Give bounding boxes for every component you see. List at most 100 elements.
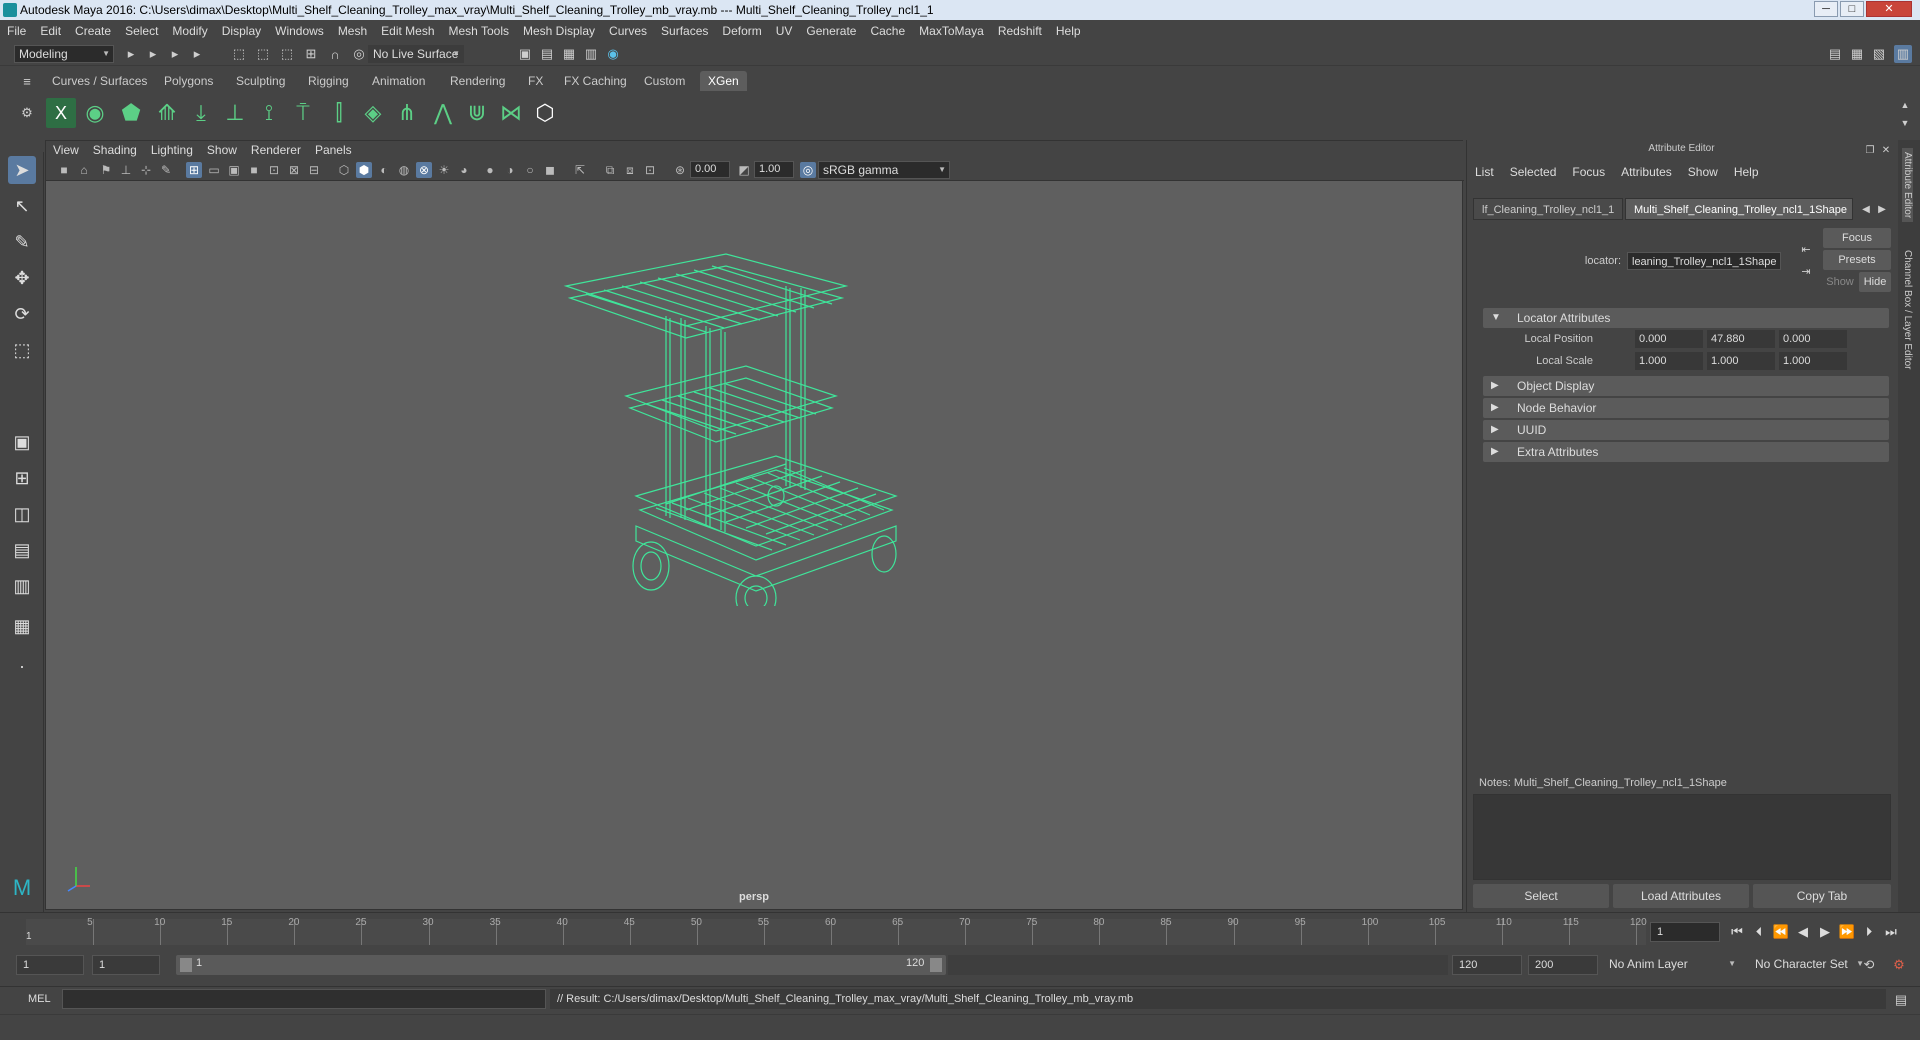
local-position-z-field[interactable]: 0.000 bbox=[1779, 330, 1847, 348]
shelf-scroll-up-icon[interactable]: ▲ bbox=[1896, 96, 1914, 114]
modeling-toolkit-icon[interactable]: ▤ bbox=[1826, 45, 1844, 63]
ae-menu-list[interactable]: List bbox=[1467, 162, 1502, 182]
field-chart-icon[interactable]: ⊡ bbox=[266, 162, 282, 178]
snap-curve-icon[interactable]: ∩ bbox=[326, 45, 344, 63]
menu-modify[interactable]: Modify bbox=[165, 20, 214, 42]
undo-icon[interactable]: ▸ bbox=[188, 45, 206, 63]
menu-surfaces[interactable]: Surfaces bbox=[654, 20, 715, 42]
rotate-tool-icon[interactable]: ⟳ bbox=[8, 300, 36, 328]
ae-menu-selected[interactable]: Selected bbox=[1502, 162, 1565, 182]
ae-menu-attributes[interactable]: Attributes bbox=[1613, 162, 1680, 182]
section-locator-attributes[interactable]: ▼ Locator Attributes bbox=[1483, 308, 1889, 328]
paint-select-tool-icon[interactable]: ✎ bbox=[8, 228, 36, 256]
menu-edit[interactable]: Edit bbox=[33, 20, 68, 42]
range-end-handle[interactable] bbox=[930, 958, 942, 972]
use-lights-icon[interactable]: ☀ bbox=[436, 162, 452, 178]
locator-name-field[interactable]: leaning_Trolley_ncl1_1Shape bbox=[1627, 252, 1781, 270]
current-frame-field[interactable]: 1 bbox=[1650, 922, 1720, 942]
menu-mesh-display[interactable]: Mesh Display bbox=[516, 20, 602, 42]
menu-file[interactable]: File bbox=[0, 20, 33, 42]
menu-windows[interactable]: Windows bbox=[268, 20, 331, 42]
viewport-menu-panels[interactable]: Panels bbox=[308, 141, 359, 159]
section-uuid[interactable]: ▶ UUID bbox=[1483, 420, 1889, 440]
viewport-menu-shading[interactable]: Shading bbox=[86, 141, 144, 159]
live-surface-field[interactable]: No Live Surface bbox=[368, 45, 464, 63]
xgen-comb-icon[interactable]: ⋀ bbox=[428, 98, 458, 128]
minimize-button[interactable]: ─ bbox=[1814, 1, 1838, 17]
2d-pan-zoom-icon[interactable]: ⊹ bbox=[138, 162, 154, 178]
render-settings-icon[interactable]: ▦ bbox=[560, 45, 578, 63]
step-forward-frame-icon[interactable]: ⏵ bbox=[1860, 923, 1878, 941]
playback-end-field[interactable]: 120 bbox=[1452, 955, 1522, 975]
exposure-field[interactable]: 0.00 bbox=[690, 161, 730, 178]
shelf-tab-curves-surfaces[interactable]: Curves / Surfaces bbox=[44, 71, 155, 91]
channel-box-side-tab[interactable]: Channel Box / Layer Editor bbox=[1902, 250, 1913, 370]
local-scale-x-field[interactable]: 1.000 bbox=[1635, 352, 1703, 370]
xgen-hex-icon[interactable]: ⬡ bbox=[530, 98, 560, 128]
step-back-key-icon[interactable]: ⏪ bbox=[1772, 923, 1790, 941]
depth-of-field-icon[interactable]: ◼ bbox=[542, 162, 558, 178]
wireframe-on-shaded-icon[interactable]: ◐ bbox=[376, 162, 392, 178]
color-space-dropdown[interactable]: sRGB gamma bbox=[818, 161, 950, 179]
shelf-options-icon[interactable]: ⚙ bbox=[18, 104, 36, 122]
time-slider-track[interactable]: 5 10 15 20 25 30 35 40 45 50 55 60 65 70 75 80 85 90 95 100… bbox=[26, 917, 1647, 945]
xgen-rebuild-icon[interactable]: ⫿ bbox=[324, 98, 354, 128]
copy-tab-button[interactable]: Copy Tab bbox=[1753, 884, 1891, 908]
section-node-behavior[interactable]: ▶ Node Behavior bbox=[1483, 398, 1889, 418]
menu-mesh-tools[interactable]: Mesh Tools bbox=[442, 20, 516, 42]
close-button[interactable]: ✕ bbox=[1866, 1, 1912, 17]
shelf-tab-xgen[interactable]: XGen bbox=[700, 71, 747, 91]
step-forward-key-icon[interactable]: ⏩ bbox=[1838, 923, 1856, 941]
exposure-icon[interactable]: ⊛ bbox=[672, 162, 688, 178]
gamma-icon[interactable]: ◩ bbox=[736, 162, 752, 178]
wireframe-icon[interactable]: ⬡ bbox=[336, 162, 352, 178]
hypershade-icon[interactable]: ▥ bbox=[582, 45, 600, 63]
more-layouts-icon[interactable]: · bbox=[8, 652, 36, 680]
menu-mesh[interactable]: Mesh bbox=[331, 20, 374, 42]
xgen-cut-icon[interactable]: ⋓ bbox=[462, 98, 492, 128]
grid-icon[interactable]: ⊞ bbox=[186, 162, 202, 178]
single-perspective-icon[interactable]: ▣ bbox=[8, 428, 36, 456]
isolate-select-icon[interactable]: ⇱ bbox=[572, 162, 588, 178]
xgen-preview-icon[interactable]: ◉ bbox=[80, 98, 110, 128]
snap-point-icon[interactable]: ◎ bbox=[350, 45, 368, 63]
xgen-guides-icon[interactable]: ⟰ bbox=[152, 98, 182, 128]
command-input[interactable] bbox=[62, 989, 546, 1009]
camera-select-icon[interactable]: ■ bbox=[56, 162, 72, 178]
focus-button[interactable]: Focus bbox=[1823, 228, 1891, 248]
range-start-handle[interactable] bbox=[180, 958, 192, 972]
persp-graph-icon[interactable]: ▤ bbox=[8, 536, 36, 564]
shelf-tab-fx-caching[interactable]: FX Caching bbox=[556, 71, 635, 91]
go-to-start-icon[interactable]: ⏮ bbox=[1728, 923, 1746, 941]
new-scene-icon[interactable]: ▸ bbox=[122, 45, 140, 63]
film-gate-icon[interactable]: ▭ bbox=[206, 162, 222, 178]
attribute-editor-side-tab[interactable]: Attribute Editor bbox=[1902, 148, 1913, 223]
tool-settings-icon[interactable]: ▧ bbox=[1870, 45, 1888, 63]
viewport-menu-renderer[interactable]: Renderer bbox=[244, 141, 308, 159]
camera-attributes-icon[interactable]: ⌂ bbox=[76, 162, 92, 178]
menu-display[interactable]: Display bbox=[215, 20, 268, 42]
local-position-x-field[interactable]: 0.000 bbox=[1635, 330, 1703, 348]
viewport-menu-view[interactable]: View bbox=[46, 141, 86, 159]
viewport-panel[interactable]: View Shading Lighting Show Renderer Panels ■ … bbox=[45, 140, 1464, 910]
ae-tab-shape[interactable]: Multi_Shelf_Cleaning_Trolley_ncl1_1Shape bbox=[1625, 198, 1853, 220]
shelf-tab-custom[interactable]: Custom bbox=[636, 71, 693, 91]
resolution-gate-icon[interactable]: ▣ bbox=[226, 162, 242, 178]
xgen-groom-icon[interactable]: ⋔ bbox=[392, 98, 422, 128]
ambient-occlusion-icon[interactable]: ● bbox=[482, 162, 498, 178]
safe-action-icon[interactable]: ⊠ bbox=[286, 162, 302, 178]
image-plane-icon[interactable]: ⊥ bbox=[118, 162, 134, 178]
xray-joints-icon[interactable]: ⧉ bbox=[602, 162, 618, 178]
menu-select[interactable]: Select bbox=[118, 20, 165, 42]
menu-generate[interactable]: Generate bbox=[799, 20, 863, 42]
section-object-display[interactable]: ▶ Object Display bbox=[1483, 376, 1889, 396]
xgen-editor-icon[interactable]: X bbox=[46, 98, 76, 128]
shelf-tab-sculpting[interactable]: Sculpting bbox=[228, 71, 293, 91]
xray-icon[interactable]: ⊗ bbox=[416, 162, 432, 178]
ae-menu-help[interactable]: Help bbox=[1726, 162, 1767, 182]
animation-preferences-icon[interactable]: ⚙ bbox=[1890, 956, 1908, 974]
scale-tool-icon[interactable]: ⬚ bbox=[8, 336, 36, 364]
save-scene-icon[interactable]: ▸ bbox=[166, 45, 184, 63]
step-back-frame-icon[interactable]: ⏴ bbox=[1750, 923, 1768, 941]
gate-mask-icon[interactable]: ■ bbox=[246, 162, 262, 178]
